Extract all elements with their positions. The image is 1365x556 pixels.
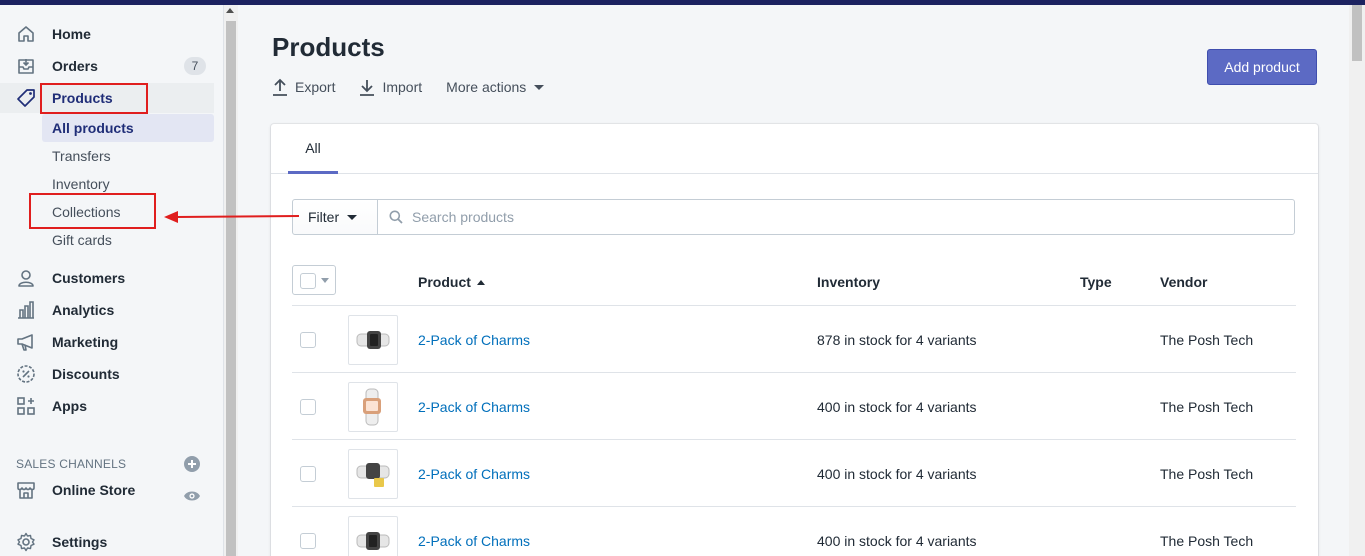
vendor-cell: The Posh Tech [1160, 332, 1254, 348]
product-name-link[interactable]: 2-Pack of Charms [418, 533, 530, 549]
nav-orders-label: Orders [52, 58, 98, 74]
column-inventory: Inventory [817, 274, 881, 290]
column-product-label: Product [418, 274, 471, 290]
nav-online-store-label: Online Store [52, 482, 136, 498]
column-product[interactable]: Product [418, 274, 485, 290]
nav-settings[interactable]: Settings [0, 527, 214, 556]
sort-ascending-icon [476, 280, 485, 285]
import-icon [360, 80, 375, 96]
tag-icon [14, 86, 38, 110]
nav-customers-label: Customers [52, 270, 126, 286]
product-thumbnail[interactable] [348, 382, 398, 432]
sub-transfers[interactable]: Transfers [42, 142, 214, 170]
sidebar-scroll-thumb[interactable] [226, 21, 236, 556]
nav-orders[interactable]: Orders 7 [0, 51, 214, 81]
tab-bar: All [271, 124, 1318, 174]
import-label: Import [382, 79, 423, 95]
nav-settings-label: Settings [52, 534, 108, 550]
row-checkbox[interactable] [300, 399, 316, 415]
select-all-checkbox[interactable] [292, 265, 336, 295]
nav-apps[interactable]: Apps [0, 391, 214, 421]
export-button[interactable]: Export [272, 78, 335, 96]
export-label: Export [295, 79, 336, 95]
filter-label: Filter [308, 209, 340, 225]
row-checkbox[interactable] [300, 466, 316, 482]
tab-all[interactable]: All [288, 124, 338, 174]
inventory-cell: 400 in stock for 4 variants [817, 533, 977, 549]
product-thumbnail[interactable] [348, 315, 398, 365]
table-row[interactable]: 2-Pack of Charms 400 in stock for 4 vari… [292, 440, 1296, 507]
row-checkbox[interactable] [300, 533, 316, 549]
nav-online-store[interactable]: Online Store [0, 475, 214, 505]
column-type: Type [1080, 274, 1112, 290]
scroll-up-arrow-icon[interactable] [226, 8, 234, 13]
filter-caret-icon [347, 214, 358, 220]
orders-icon [14, 54, 38, 78]
select-caret-icon[interactable] [321, 278, 329, 283]
page-actions: Export Import More actions [272, 78, 568, 96]
products-card: All Filter Search products Product Inven… [271, 124, 1318, 556]
product-name-link[interactable]: 2-Pack of Charms [418, 399, 530, 415]
nav-analytics[interactable]: Analytics [0, 295, 214, 325]
sub-gift-cards[interactable]: Gift cards [42, 226, 214, 254]
more-actions-dropdown[interactable]: More actions [446, 79, 545, 95]
chevron-down-icon [534, 84, 545, 90]
inventory-cell: 400 in stock for 4 variants [817, 399, 977, 415]
store-icon [14, 478, 38, 502]
sub-all-products[interactable]: All products [42, 114, 214, 142]
bar-chart-icon [14, 298, 38, 322]
main-content: Products Export Import More actions Add … [239, 5, 1349, 556]
row-checkbox[interactable] [300, 332, 316, 348]
nav-apps-label: Apps [52, 398, 87, 414]
home-icon [14, 22, 38, 46]
vendor-cell: The Posh Tech [1160, 533, 1254, 549]
person-icon [14, 266, 38, 290]
column-vendor: Vendor [1160, 274, 1208, 290]
annotation-arrow-icon [164, 211, 300, 223]
nav-marketing-label: Marketing [52, 334, 119, 350]
nav-discounts[interactable]: Discounts [0, 359, 214, 389]
search-placeholder: Search products [412, 209, 514, 225]
product-name-link[interactable]: 2-Pack of Charms [418, 332, 530, 348]
orders-count-badge: 7 [184, 57, 206, 75]
table-row[interactable]: 2-Pack of Charms 400 in stock for 4 vari… [292, 507, 1296, 556]
collections-highlight-box [29, 193, 156, 229]
inventory-cell: 878 in stock for 4 variants [817, 332, 977, 348]
search-icon [389, 210, 403, 224]
table-row[interactable]: 2-Pack of Charms 400 in stock for 4 vari… [292, 373, 1296, 440]
products-highlight-box [40, 83, 148, 114]
discount-icon [14, 362, 38, 386]
product-thumbnail[interactable] [348, 516, 398, 556]
vendor-cell: The Posh Tech [1160, 399, 1254, 415]
sales-channels-heading: SALES CHANNELS [16, 457, 127, 471]
nav-discounts-label: Discounts [52, 366, 120, 382]
nav-marketing[interactable]: Marketing [0, 327, 214, 357]
page-scroll-thumb[interactable] [1352, 5, 1362, 61]
page-title: Products [272, 32, 385, 62]
page-scrollbar[interactable] [1349, 5, 1365, 556]
sidebar-scrollbar[interactable] [224, 5, 238, 556]
export-icon [273, 78, 287, 96]
nav-analytics-label: Analytics [52, 302, 115, 318]
megaphone-icon [14, 330, 38, 354]
add-product-button[interactable]: Add product [1207, 49, 1317, 85]
search-input[interactable]: Search products [377, 199, 1295, 235]
apps-icon [14, 394, 38, 418]
nav-customers[interactable]: Customers [0, 263, 214, 293]
more-actions-label: More actions [446, 79, 527, 95]
nav-home[interactable]: Home [0, 19, 214, 49]
table-row[interactable]: 2-Pack of Charms 878 in stock for 4 vari… [292, 306, 1296, 373]
product-thumbnail[interactable] [348, 449, 398, 499]
nav-home-label: Home [52, 26, 91, 42]
import-button[interactable]: Import [359, 78, 422, 96]
vendor-cell: The Posh Tech [1160, 466, 1254, 482]
filter-button[interactable]: Filter [292, 199, 378, 235]
table-header: Product Inventory Type Vendor [292, 258, 1296, 306]
view-store-eye-icon[interactable] [183, 487, 201, 510]
product-name-link[interactable]: 2-Pack of Charms [418, 466, 530, 482]
inventory-cell: 400 in stock for 4 variants [817, 466, 977, 482]
checkbox[interactable] [300, 273, 316, 289]
gear-icon [14, 530, 38, 554]
